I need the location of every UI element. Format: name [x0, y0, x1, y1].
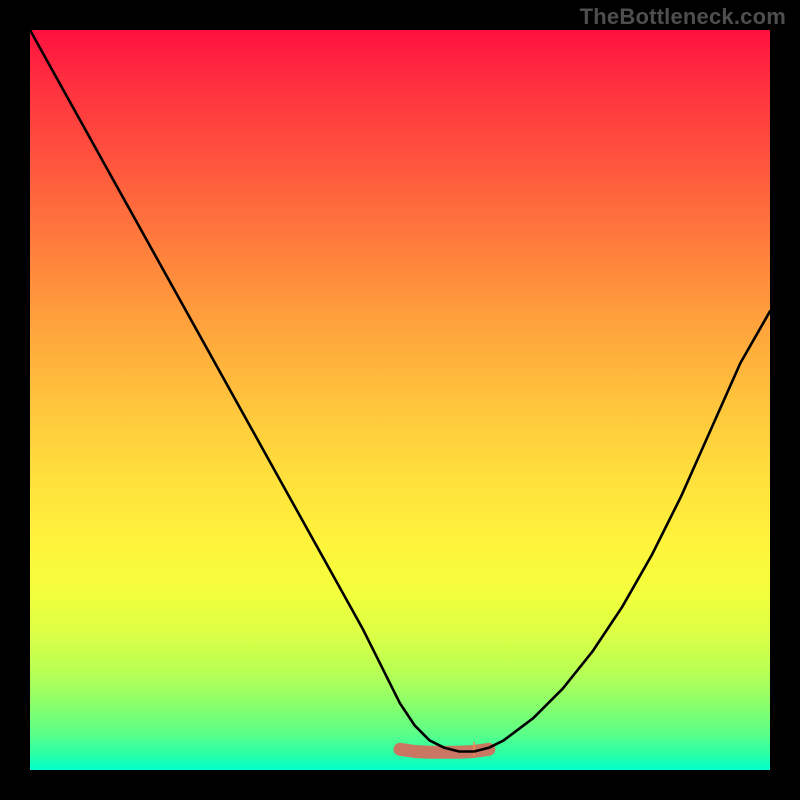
watermark-text: TheBottleneck.com — [580, 4, 786, 30]
bottleneck-curve — [30, 30, 770, 752]
chart-frame: TheBottleneck.com — [0, 0, 800, 800]
plot-area — [30, 30, 770, 770]
curve-layer — [30, 30, 770, 770]
